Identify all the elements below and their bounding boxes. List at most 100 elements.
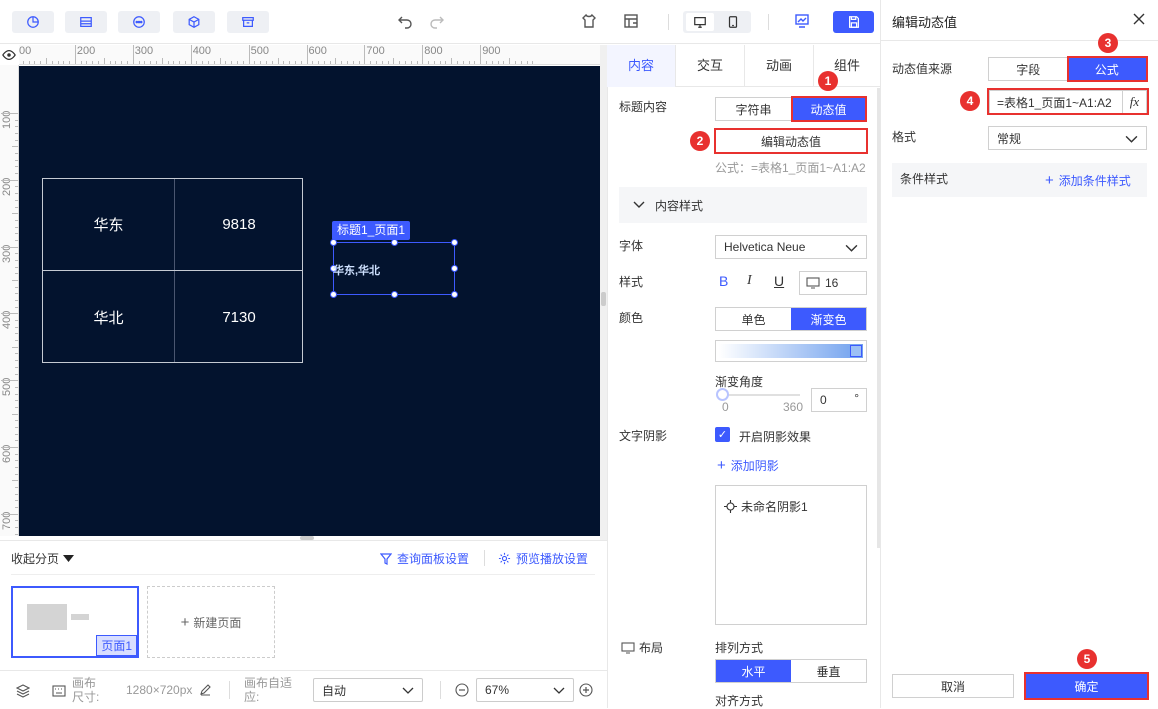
step-badge-3: 3 [1098, 33, 1118, 53]
highlight-box [1024, 672, 1149, 700]
cancel-button[interactable]: 取消 [892, 674, 1014, 698]
close-icon[interactable] [1132, 12, 1146, 26]
table-cell: 华东 [93, 217, 124, 234]
table-icon[interactable] [65, 11, 107, 33]
archive-icon[interactable] [227, 11, 269, 33]
tab-content[interactable]: 内容 [607, 45, 675, 87]
zoom-in-icon[interactable] [579, 683, 593, 697]
canvas-size-value: 1280×720px [126, 683, 193, 697]
table-cell: 7130 [222, 308, 256, 326]
edit-icon[interactable] [199, 683, 212, 696]
tab-animation[interactable]: 动画 [745, 45, 813, 87]
field-option[interactable]: 字段 [989, 58, 1068, 80]
keyboard-icon[interactable] [52, 685, 66, 697]
vertical-option[interactable]: 垂直 [791, 660, 866, 682]
chevron-down-icon [553, 687, 565, 694]
formula-hint: 公式：=表格1_页面1~A1:A2 [715, 161, 866, 175]
ruler-label: 500 [250, 45, 269, 57]
chart-icon[interactable] [12, 11, 54, 33]
angle-input[interactable]: 0 ° [811, 388, 867, 412]
crosshair-icon [724, 500, 737, 513]
gradient-stop-handle[interactable] [850, 345, 862, 357]
canvas-size-label: 画布尺寸: [72, 676, 100, 704]
ruler-vertical: 100 200 300 400 500 600 700 [0, 65, 19, 536]
page-tag: 页面1 [96, 635, 137, 656]
filter-icon [380, 552, 392, 565]
page-thumbnail[interactable]: 页面1 [11, 586, 139, 658]
table-widget[interactable]: 华东 9818 华北 7130 [42, 178, 303, 363]
widget-icon[interactable] [118, 11, 160, 33]
canvas-adapt-label: 画布自适应: [244, 676, 293, 704]
resize-handle[interactable] [451, 265, 458, 272]
scroll-thumb[interactable] [601, 292, 606, 306]
font-select[interactable]: Helvetica Neue [715, 235, 867, 259]
color-mode: 单色 渐变色 [715, 307, 867, 331]
ruler-label: 400 [192, 45, 212, 57]
arrange-mode: 水平 垂直 [715, 659, 867, 683]
resize-handle[interactable] [391, 239, 398, 246]
highlight-box [1067, 56, 1148, 82]
template-icon[interactable] [622, 12, 640, 30]
single-color-option[interactable]: 单色 [716, 308, 791, 330]
italic-button[interactable]: I [747, 273, 752, 289]
resize-handle[interactable] [330, 239, 337, 246]
preview-icon[interactable] [793, 12, 811, 30]
save-icon[interactable] [833, 11, 874, 33]
desktop-icon[interactable] [686, 13, 714, 31]
add-condition-style-button[interactable]: + 添加条件样式 [1045, 172, 1131, 189]
degree-unit: ° [854, 391, 859, 405]
angle-slider[interactable] [722, 394, 800, 396]
string-option[interactable]: 字符串 [716, 98, 791, 120]
add-shadow-button[interactable]: + 添加阴影 [717, 457, 779, 474]
resize-handle[interactable] [330, 291, 337, 298]
title-text: 华东,华北 [333, 265, 381, 277]
adapt-select[interactable]: 自动 [313, 678, 423, 702]
preview-playback-settings[interactable]: 预览播放设置 [498, 550, 588, 567]
collapse-label: 收起分页 [11, 552, 60, 566]
collapse-pages-toggle[interactable]: 收起分页 [11, 550, 75, 567]
content-style-section[interactable]: 内容样式 [619, 187, 867, 223]
chevron-down-icon [845, 244, 858, 252]
dialog-title: 编辑动态值 [892, 15, 958, 30]
highlight-box [714, 128, 868, 154]
text-shadow-label: 文字阴影 [619, 429, 668, 443]
format-select[interactable]: 常规 [988, 126, 1147, 150]
eye-icon[interactable] [2, 48, 16, 62]
tab-interaction[interactable]: 交互 [676, 45, 744, 87]
component-icon[interactable] [173, 11, 215, 33]
ruler-label: 700 [366, 45, 385, 57]
horizontal-option[interactable]: 水平 [716, 660, 791, 682]
zoom-out-icon[interactable] [455, 683, 469, 697]
undo-icon[interactable] [396, 12, 414, 30]
font-size-input[interactable]: 16 [799, 271, 867, 295]
resize-handle[interactable] [451, 239, 458, 246]
new-page-button[interactable]: + 新建页面 [147, 586, 275, 658]
enable-shadow-checkbox[interactable]: ✓ [715, 427, 730, 442]
redo-icon[interactable] [428, 12, 446, 30]
layout-label: 布局 [621, 639, 663, 656]
chevron-down-icon [402, 687, 414, 694]
toolbar-divider [768, 14, 769, 30]
bold-button[interactable]: B [719, 273, 728, 289]
resize-handle[interactable] [391, 291, 398, 298]
gradient-picker[interactable] [715, 340, 867, 362]
title-content-label: 标题内容 [619, 100, 668, 114]
theme-icon[interactable] [580, 12, 598, 30]
enable-shadow-label: 开启阴影效果 [739, 430, 812, 444]
query-panel-settings[interactable]: 查询面板设置 [380, 550, 469, 567]
table-cell: 9818 [222, 216, 256, 233]
ruler-label: 00 [19, 45, 32, 57]
ruler-label: 800 [424, 45, 443, 57]
resize-handle[interactable] [451, 291, 458, 298]
table-cell: 华北 [93, 309, 124, 327]
gradient-option[interactable]: 渐变色 [791, 308, 866, 330]
mobile-icon[interactable] [719, 13, 747, 31]
highlight-box [791, 96, 867, 122]
layers-icon[interactable] [16, 684, 30, 698]
monitor-icon [806, 277, 820, 289]
underline-button[interactable]: U [774, 273, 784, 289]
property-tabs: 内容 交互 动画 组件 [607, 45, 880, 87]
zoom-select[interactable]: 67% [476, 678, 574, 702]
font-label: 字体 [619, 239, 644, 253]
shadow-item[interactable]: 未命名阴影1 [724, 498, 808, 515]
